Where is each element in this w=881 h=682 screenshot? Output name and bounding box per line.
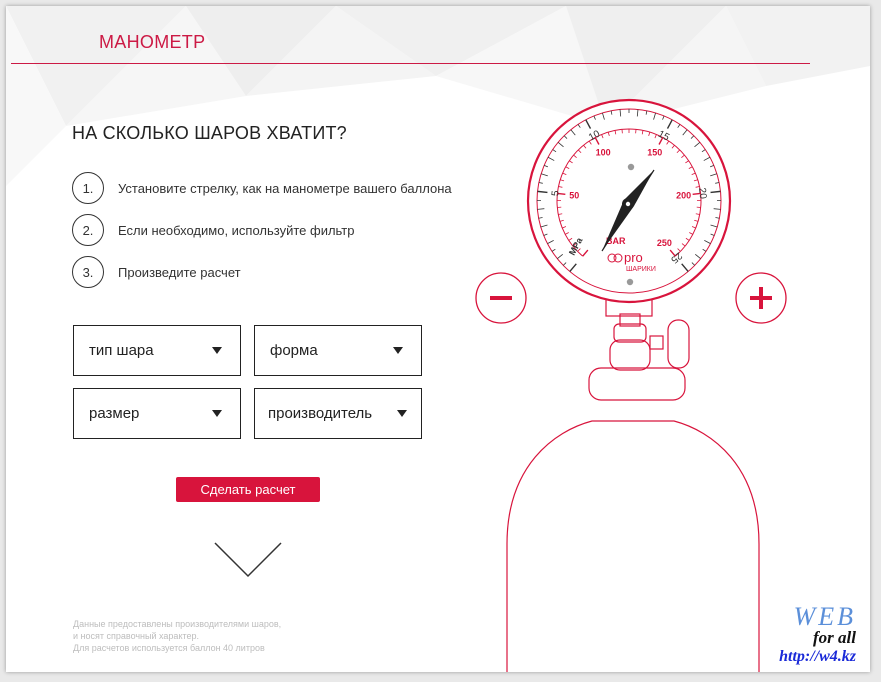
filter-balloon-type[interactable]: тип шара	[73, 325, 241, 376]
calculate-button[interactable]: Сделать расчет	[176, 477, 320, 502]
bar-tick-label: 250	[657, 238, 672, 248]
mpa-tick-label: 20	[696, 187, 708, 200]
filter-label: производитель	[268, 405, 373, 422]
manometer-illustration: 510 152025 50100 150200250 BAR MPa pro ШАР…	[475, 98, 787, 672]
step-2: 2. Если необходимо, используйте фильтр	[72, 214, 355, 246]
page-title: МАНОМЕТР	[99, 32, 206, 52]
step-1: 1. Установите стрелку, как на манометре …	[72, 172, 452, 204]
brand-name-text: ШАРИКИ	[626, 266, 656, 273]
filter-label: тип шара	[89, 342, 154, 359]
title-divider	[11, 63, 810, 64]
chevron-down-icon[interactable]	[213, 541, 283, 579]
disclaimer-line: и носят справочный характер.	[73, 631, 200, 641]
valve-body	[609, 339, 651, 371]
disclaimer-line: Данные предоставлены производителями шар…	[73, 619, 282, 629]
caret-down-icon	[397, 410, 407, 417]
step-text: Произведите расчет	[118, 264, 241, 280]
cylinder-neck	[588, 367, 686, 401]
valve-top	[613, 323, 647, 343]
brand-pro-text: pro	[624, 250, 643, 265]
filter-size[interactable]: размер	[73, 388, 241, 439]
disclaimer: Данные предоставлены производителями шар…	[73, 618, 281, 654]
step-text: Установите стрелку, как на манометре ваш…	[118, 180, 452, 196]
bar-tick-label: 100	[596, 147, 611, 157]
gauge-screw	[627, 163, 635, 171]
step-number: 2.	[72, 214, 104, 246]
filter-label: размер	[89, 405, 140, 422]
caret-down-icon	[212, 410, 222, 417]
valve-port	[649, 335, 664, 350]
filter-shape[interactable]: форма	[254, 325, 422, 376]
step-number: 3.	[72, 256, 104, 288]
caret-down-icon	[393, 347, 403, 354]
disclaimer-line: Для расчетов используется баллон 40 литр…	[73, 643, 265, 653]
filter-manufacturer[interactable]: производитель	[254, 388, 422, 439]
gauge-screw	[626, 278, 634, 286]
bar-tick-label: 150	[647, 147, 662, 157]
step-text: Если необходимо, используйте фильтр	[118, 222, 355, 238]
cylinder-body	[506, 420, 760, 672]
watermark: WEB for all http://w4.kz	[779, 602, 856, 666]
plus-button[interactable]	[735, 272, 787, 324]
filter-label: форма	[270, 342, 318, 359]
step-number: 1.	[72, 172, 104, 204]
app-frame: МАНОМЕТР НА СКОЛЬКО ШАРОВ ХВАТИТ? 1. Уст…	[6, 6, 870, 672]
step-3: 3. Произведите расчет	[72, 256, 241, 288]
section-heading: НА СКОЛЬКО ШАРОВ ХВАТИТ?	[72, 123, 347, 143]
watermark-url[interactable]: http://w4.kz	[779, 648, 856, 666]
minus-button[interactable]	[475, 272, 527, 324]
bar-tick-label: 200	[676, 190, 691, 200]
watermark-tagline: for all	[813, 628, 856, 647]
bar-tick-label: 50	[569, 190, 579, 200]
valve-handle	[667, 319, 690, 369]
minus-icon	[490, 296, 512, 300]
caret-down-icon	[212, 347, 222, 354]
